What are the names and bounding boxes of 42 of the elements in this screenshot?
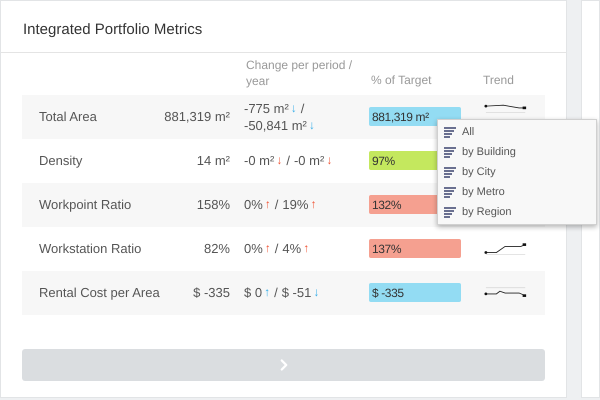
change-value: 0% [244, 196, 263, 213]
change-value: $ -51 [282, 284, 312, 301]
trend-arrow: ↓ [308, 116, 315, 134]
target-bar: $ -335 [369, 283, 461, 302]
change-value: / [300, 100, 304, 116]
trend-arrow: ↓ [276, 152, 282, 169]
metric-value: 881,319 m² [164, 108, 230, 124]
trend-arrow: ↑ [264, 284, 270, 301]
trend-arrow: ↓ [290, 100, 297, 116]
trend-arrow: ↑ [303, 240, 310, 257]
target-bar: 137% [369, 239, 461, 258]
metric-value: 14 m² [196, 152, 230, 168]
change-value: 19% [282, 196, 308, 213]
column-header: % of Target [371, 72, 432, 88]
change-value: -0 m² [244, 152, 274, 169]
change-value: / [274, 196, 278, 213]
target-bar: 881,319 m² [369, 107, 461, 126]
metric-label: Density [38, 152, 84, 170]
trend-arrow: ↑ [310, 196, 316, 213]
metric-label: Rental Cost per Area [38, 284, 161, 302]
metric-label: Workpoint Ratio [38, 196, 132, 214]
metric-label: Workstation Ratio [38, 240, 142, 258]
change-value: -50,841 m² [244, 116, 307, 134]
change-value: / [286, 152, 290, 169]
column-header: Change per period / year [246, 56, 354, 88]
card-title: Integrated Portfolio Metrics [1, 1, 566, 52]
trend-arrow: ↓ [313, 284, 320, 301]
change-value: / [274, 284, 278, 301]
change-value: -0 m² [294, 152, 324, 169]
metric-value: $ -335 [192, 284, 230, 300]
change-value: $ 0 [244, 284, 262, 301]
change-value: / [274, 240, 278, 257]
trend-arrow: ↑ [264, 240, 271, 257]
trend-arrow: ↓ [326, 152, 332, 169]
change-value: 0% [244, 240, 263, 257]
change-value: 4% [282, 240, 302, 257]
metric-label: Total Area [38, 108, 98, 126]
metric-value: 82% [202, 240, 230, 256]
trend-arrow: ↑ [264, 196, 271, 213]
change-value: -775 m² [244, 100, 289, 116]
metric-value: 158% [196, 196, 230, 212]
column-header: Trend [483, 72, 514, 88]
